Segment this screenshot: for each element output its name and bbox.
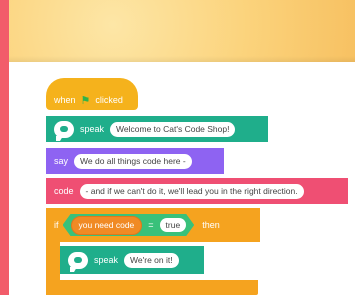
equals-condition[interactable]: you need code = true xyxy=(63,214,195,236)
say-text-input[interactable]: We do all things code here - xyxy=(74,153,192,169)
speech-bubble-icon xyxy=(54,120,74,141)
if-block[interactable]: if you need code = true then xyxy=(46,208,260,242)
when-label: when xyxy=(54,95,76,105)
then-label: then xyxy=(202,220,220,230)
speak-block-on-it[interactable]: speak We're on it! xyxy=(60,246,204,274)
if-label: if xyxy=(54,220,59,230)
speak-text-input[interactable]: We're on it! xyxy=(124,252,179,268)
clicked-label: clicked xyxy=(95,95,123,105)
code-block[interactable]: code - and if we can't do it, we'll lead… xyxy=(46,178,348,204)
true-value-input[interactable]: true xyxy=(160,218,187,232)
equals-operator: = xyxy=(148,220,154,230)
speak-label: speak xyxy=(94,255,119,265)
you-need-code-variable[interactable]: you need code xyxy=(71,216,143,235)
say-block[interactable]: say We do all things code here - xyxy=(46,148,224,174)
speak-label: speak xyxy=(80,124,105,134)
if-block-footer xyxy=(46,280,258,295)
speech-bubble-icon xyxy=(68,251,88,272)
code-text-input[interactable]: - and if we can't do it, we'll lead you … xyxy=(79,183,304,199)
speak-text-input[interactable]: Welcome to Cat's Code Shop! xyxy=(110,121,236,137)
speak-block-welcome[interactable]: speak Welcome to Cat's Code Shop! xyxy=(46,116,268,142)
say-label: say xyxy=(54,156,69,166)
when-flag-clicked-block[interactable]: when ⚑ clicked xyxy=(46,78,138,110)
code-label: code xyxy=(54,186,74,196)
header-banner xyxy=(9,0,355,62)
green-flag-icon: ⚑ xyxy=(80,94,91,107)
